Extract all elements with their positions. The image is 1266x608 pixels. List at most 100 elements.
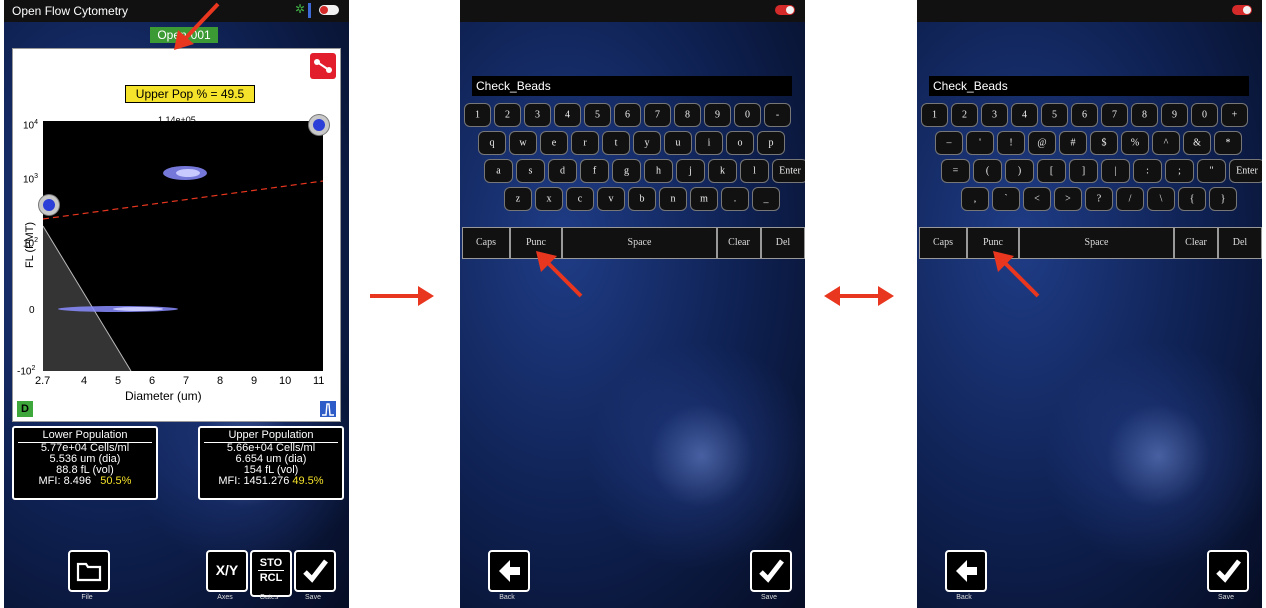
key-row4-3[interactable]: v [597,187,625,211]
key-row4-5[interactable]: n [659,187,687,211]
save-button[interactable] [294,550,336,592]
key-row1-7[interactable]: 8 [674,103,701,127]
key-row2-9[interactable]: * [1214,131,1242,155]
scatter-plot-panel[interactable]: Upper Pop % = 49.5 1.14e+05 104 103 102 [12,48,341,422]
key-row2-2[interactable]: e [540,131,568,155]
key-row1-6[interactable]: 7 [1101,103,1128,127]
key-row4-5[interactable]: / [1116,187,1144,211]
key-row2-0[interactable]: – [935,131,963,155]
key-row3-8[interactable]: l [740,159,769,183]
key-clear[interactable]: Clear [717,227,761,259]
key-row2-4[interactable]: # [1059,131,1087,155]
key-row3-0[interactable]: = [941,159,970,183]
key-row1-6[interactable]: 7 [644,103,671,127]
back-button[interactable] [488,550,530,592]
key-row2-1[interactable]: ' [966,131,994,155]
key-row3-4[interactable]: g [612,159,641,183]
key-row3-3[interactable]: [ [1037,159,1066,183]
key-row1-7[interactable]: 8 [1131,103,1158,127]
axes-button[interactable]: X/Y [206,550,248,592]
key-row3-6[interactable]: j [676,159,705,183]
key-row1-2[interactable]: 3 [981,103,1008,127]
key-row3-8[interactable]: " [1197,159,1226,183]
key-row1-2[interactable]: 3 [524,103,551,127]
key-row4-4[interactable]: b [628,187,656,211]
key-caps[interactable]: Caps [462,227,510,259]
key-row2-8[interactable]: o [726,131,754,155]
key-row3-5[interactable]: | [1101,159,1130,183]
key-row4-8[interactable]: } [1209,187,1237,211]
key-row2-1[interactable]: w [509,131,537,155]
key-row1-3[interactable]: 4 [1011,103,1038,127]
key-row1-4[interactable]: 5 [584,103,611,127]
key-row1-10[interactable]: + [1221,103,1248,127]
key-row4-0[interactable]: , [961,187,989,211]
key-row1-3[interactable]: 4 [554,103,581,127]
key-row1-1[interactable]: 2 [951,103,978,127]
key-row4-8[interactable]: _ [752,187,780,211]
key-row1-8[interactable]: 9 [1161,103,1188,127]
key-clear[interactable]: Clear [1174,227,1218,259]
key-del[interactable]: Del [1218,227,1262,259]
gate-handle-left[interactable] [43,199,55,211]
key-row2-8[interactable]: & [1183,131,1211,155]
scatter-plot-area[interactable] [43,121,323,371]
key-del[interactable]: Del [761,227,805,259]
key-row3-6[interactable]: : [1133,159,1162,183]
key-row2-5[interactable]: $ [1090,131,1118,155]
key-row1-4[interactable]: 5 [1041,103,1068,127]
key-row2-6[interactable]: u [664,131,692,155]
save-button[interactable] [1207,550,1249,592]
key-row1-1[interactable]: 2 [494,103,521,127]
filename-input[interactable]: Check_Beads [929,76,1249,96]
key-row3-4[interactable]: ] [1069,159,1098,183]
key-row3-2[interactable]: ) [1005,159,1034,183]
key-row3-1[interactable]: s [516,159,545,183]
key-row2-2[interactable]: ! [997,131,1025,155]
key-row3-0[interactable]: a [484,159,513,183]
key-row2-4[interactable]: t [602,131,630,155]
key-row4-2[interactable]: c [566,187,594,211]
key-row3-3[interactable]: f [580,159,609,183]
key-row4-4[interactable]: ? [1085,187,1113,211]
key-row4-7[interactable]: { [1178,187,1206,211]
key-row3-2[interactable]: d [548,159,577,183]
gate-handle-right[interactable] [313,119,325,131]
histogram-icon[interactable] [320,401,336,417]
key-row2-5[interactable]: y [633,131,661,155]
gate-icon[interactable] [310,53,336,79]
key-row1-9[interactable]: 0 [1191,103,1218,127]
key-row2-6[interactable]: % [1121,131,1149,155]
key-row1-0[interactable]: 1 [921,103,948,127]
key-row4-3[interactable]: > [1054,187,1082,211]
key-row4-7[interactable]: . [721,187,749,211]
key-row2-7[interactable]: i [695,131,723,155]
key-row3-1[interactable]: ( [973,159,1002,183]
save-button[interactable] [750,550,792,592]
key-row1-0[interactable]: 1 [464,103,491,127]
filename-input[interactable]: Check_Beads [472,76,792,96]
key-row3-9[interactable]: Enter [772,159,805,183]
key-row1-5[interactable]: 6 [614,103,641,127]
key-row4-1[interactable]: ` [992,187,1020,211]
key-row2-3[interactable]: r [571,131,599,155]
key-row1-5[interactable]: 6 [1071,103,1098,127]
key-row2-7[interactable]: ^ [1152,131,1180,155]
key-row1-9[interactable]: 0 [734,103,761,127]
key-row2-3[interactable]: @ [1028,131,1056,155]
key-row1-8[interactable]: 9 [704,103,731,127]
display-mode-button[interactable]: D [17,401,33,417]
key-caps[interactable]: Caps [919,227,967,259]
key-row4-2[interactable]: < [1023,187,1051,211]
key-row4-6[interactable]: m [690,187,718,211]
key-row3-7[interactable]: k [708,159,737,183]
file-button[interactable] [68,550,110,592]
key-row3-5[interactable]: h [644,159,673,183]
key-row3-9[interactable]: Enter [1229,159,1262,183]
key-row4-6[interactable]: \ [1147,187,1175,211]
key-row3-7[interactable]: ; [1165,159,1194,183]
gates-button[interactable]: STO RCL [250,550,292,597]
key-row2-0[interactable]: q [478,131,506,155]
key-row2-9[interactable]: p [757,131,785,155]
back-button[interactable] [945,550,987,592]
